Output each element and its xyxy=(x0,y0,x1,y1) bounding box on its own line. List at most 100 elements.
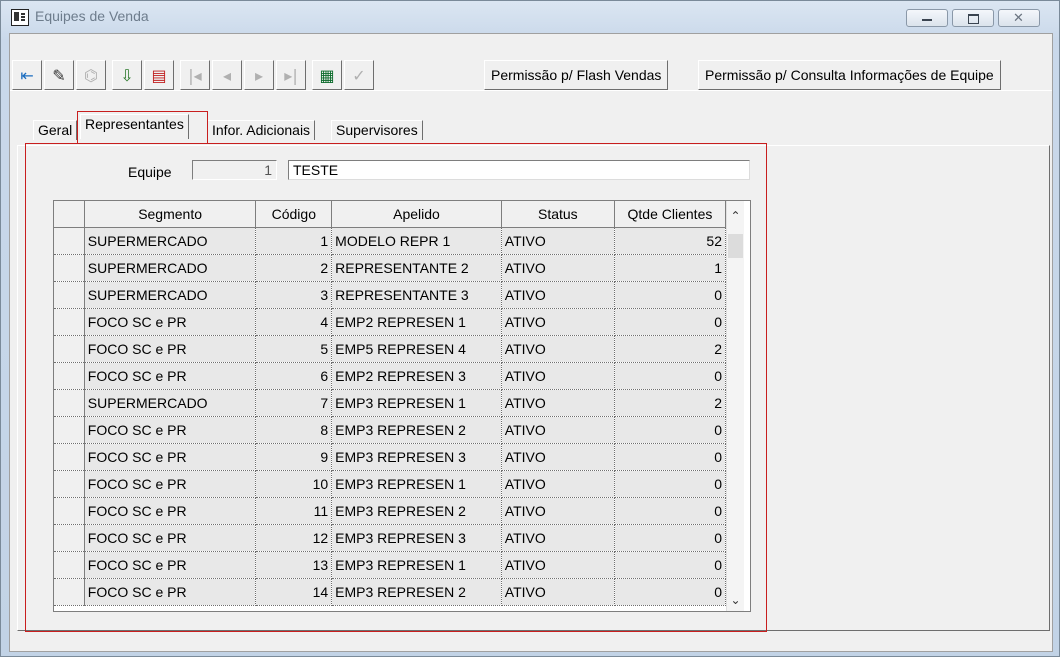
cell-segmento[interactable]: FOCO SC e PR xyxy=(84,416,257,444)
close-button[interactable]: ✕ xyxy=(998,9,1040,27)
header-status[interactable]: Status xyxy=(501,201,615,228)
first-record-button[interactable]: |◂ xyxy=(180,60,210,90)
table-row[interactable]: FOCO SC e PR 10 EMP3 REPRESEN 1 ATIVO 0 xyxy=(54,470,727,498)
cell-qtde-clientes[interactable]: 0 xyxy=(614,443,727,471)
cell-qtde-clientes[interactable]: 2 xyxy=(614,389,727,417)
cell-status[interactable]: ATIVO xyxy=(501,443,615,471)
row-indicator[interactable] xyxy=(54,335,85,363)
cell-status[interactable]: ATIVO xyxy=(501,254,615,282)
cell-segmento[interactable]: FOCO SC e PR xyxy=(84,578,257,606)
cell-qtde-clientes[interactable]: 1 xyxy=(614,254,727,282)
table-row[interactable]: FOCO SC e PR 4 EMP2 REPRESEN 1 ATIVO 0 xyxy=(54,308,727,336)
table-row[interactable]: FOCO SC e PR 12 EMP3 REPRESEN 3 ATIVO 0 xyxy=(54,524,727,552)
scroll-up-icon[interactable]: ⌃ xyxy=(727,209,744,223)
row-indicator[interactable] xyxy=(54,389,85,417)
row-indicator[interactable] xyxy=(54,254,85,282)
cell-status[interactable]: ATIVO xyxy=(501,578,615,606)
cell-qtde-clientes[interactable]: 52 xyxy=(614,227,727,255)
cell-qtde-clientes[interactable]: 0 xyxy=(614,551,727,579)
cell-codigo[interactable]: 13 xyxy=(255,551,333,579)
cell-qtde-clientes[interactable]: 0 xyxy=(614,416,727,444)
title-bar[interactable]: Equipes de Venda ✕ xyxy=(1,1,1059,33)
cell-status[interactable]: ATIVO xyxy=(501,470,615,498)
table-row[interactable]: SUPERMERCADO 3 REPRESENTANTE 3 ATIVO 0 xyxy=(54,281,727,309)
row-indicator[interactable] xyxy=(54,497,85,525)
cell-segmento[interactable]: FOCO SC e PR xyxy=(84,335,257,363)
prev-record-button[interactable]: ◂ xyxy=(212,60,242,90)
save-button[interactable]: ⇩ xyxy=(112,60,142,90)
cell-segmento[interactable]: FOCO SC e PR xyxy=(84,524,257,552)
table-row[interactable]: FOCO SC e PR 14 EMP3 REPRESEN 2 ATIVO 0 xyxy=(54,578,727,606)
tab-geral[interactable]: Geral xyxy=(33,120,78,140)
cell-segmento[interactable]: FOCO SC e PR xyxy=(84,551,257,579)
representantes-grid[interactable]: Segmento Código Apelido Status Qtde Clie… xyxy=(53,200,751,612)
cell-status[interactable]: ATIVO xyxy=(501,389,615,417)
row-indicator[interactable] xyxy=(54,551,85,579)
table-row[interactable]: SUPERMERCADO 2 REPRESENTANTE 2 ATIVO 1 xyxy=(54,254,727,282)
table-row[interactable]: FOCO SC e PR 9 EMP3 REPRESEN 3 ATIVO 0 xyxy=(54,443,727,471)
cell-segmento[interactable]: FOCO SC e PR xyxy=(84,470,257,498)
cell-qtde-clientes[interactable]: 2 xyxy=(614,335,727,363)
row-indicator[interactable] xyxy=(54,443,85,471)
row-indicator[interactable] xyxy=(54,227,85,255)
cell-qtde-clientes[interactable]: 0 xyxy=(614,470,727,498)
row-indicator[interactable] xyxy=(54,308,85,336)
cell-codigo[interactable]: 1 xyxy=(255,227,333,255)
cell-segmento[interactable]: FOCO SC e PR xyxy=(84,443,257,471)
cell-segmento[interactable]: FOCO SC e PR xyxy=(84,497,257,525)
tree-button[interactable]: ⌬ xyxy=(76,60,106,90)
cell-status[interactable]: ATIVO xyxy=(501,551,615,579)
cell-apelido[interactable]: REPRESENTANTE 3 xyxy=(331,281,502,309)
print-button[interactable]: ▤ xyxy=(144,60,174,90)
edit-button[interactable]: ✎ xyxy=(44,60,74,90)
table-row[interactable]: FOCO SC e PR 11 EMP3 REPRESEN 2 ATIVO 0 xyxy=(54,497,727,525)
cell-apelido[interactable]: EMP2 REPRESEN 1 xyxy=(331,308,502,336)
cell-codigo[interactable]: 11 xyxy=(255,497,333,525)
cell-segmento[interactable]: FOCO SC e PR xyxy=(84,362,257,390)
cell-segmento[interactable]: SUPERMERCADO xyxy=(84,227,257,255)
cell-apelido[interactable]: EMP3 REPRESEN 2 xyxy=(331,578,502,606)
exit-button[interactable]: ⇤ xyxy=(12,60,42,90)
tab-infor-adicionais[interactable]: Infor. Adicionais xyxy=(207,120,316,140)
tab-representantes[interactable]: Representantes xyxy=(80,114,189,139)
row-indicator[interactable] xyxy=(54,470,85,498)
scroll-thumb[interactable] xyxy=(728,234,743,258)
cell-codigo[interactable]: 12 xyxy=(255,524,333,552)
header-codigo[interactable]: Código xyxy=(255,201,333,228)
cell-status[interactable]: ATIVO xyxy=(501,524,615,552)
cell-segmento[interactable]: SUPERMERCADO xyxy=(84,254,257,282)
cell-status[interactable]: ATIVO xyxy=(501,335,615,363)
table-row[interactable]: SUPERMERCADO 7 EMP3 REPRESEN 1 ATIVO 2 xyxy=(54,389,727,417)
last-record-button[interactable]: ▸| xyxy=(276,60,306,90)
table-row[interactable]: FOCO SC e PR 5 EMP5 REPRESEN 4 ATIVO 2 xyxy=(54,335,727,363)
equipe-name-field[interactable]: TESTE xyxy=(288,160,750,180)
minimize-button[interactable] xyxy=(906,9,948,27)
cell-qtde-clientes[interactable]: 0 xyxy=(614,578,727,606)
header-apelido[interactable]: Apelido xyxy=(331,201,502,228)
cell-status[interactable]: ATIVO xyxy=(501,497,615,525)
cell-apelido[interactable]: EMP3 REPRESEN 2 xyxy=(331,416,502,444)
check-button[interactable]: ✓ xyxy=(344,60,374,90)
cell-qtde-clientes[interactable]: 0 xyxy=(614,362,727,390)
table-row[interactable]: FOCO SC e PR 6 EMP2 REPRESEN 3 ATIVO 0 xyxy=(54,362,727,390)
cell-codigo[interactable]: 8 xyxy=(255,416,333,444)
permissao-flash-vendas-button[interactable]: Permissão p/ Flash Vendas xyxy=(484,60,669,90)
cell-apelido[interactable]: EMP3 REPRESEN 1 xyxy=(331,389,502,417)
table-row[interactable]: FOCO SC e PR 13 EMP3 REPRESEN 1 ATIVO 0 xyxy=(54,551,727,579)
cell-status[interactable]: ATIVO xyxy=(501,308,615,336)
header-segmento[interactable]: Segmento xyxy=(84,201,257,228)
cell-qtde-clientes[interactable]: 0 xyxy=(614,497,727,525)
cell-qtde-clientes[interactable]: 0 xyxy=(614,308,727,336)
row-indicator[interactable] xyxy=(54,281,85,309)
cell-codigo[interactable]: 14 xyxy=(255,578,333,606)
cell-codigo[interactable]: 3 xyxy=(255,281,333,309)
cell-codigo[interactable]: 7 xyxy=(255,389,333,417)
cell-qtde-clientes[interactable]: 0 xyxy=(614,524,727,552)
cell-status[interactable]: ATIVO xyxy=(501,362,615,390)
cell-codigo[interactable]: 5 xyxy=(255,335,333,363)
list-button[interactable]: ▦ xyxy=(312,60,342,90)
cell-segmento[interactable]: SUPERMERCADO xyxy=(84,389,257,417)
cell-codigo[interactable]: 10 xyxy=(255,470,333,498)
permissao-consulta-equipe-button[interactable]: Permissão p/ Consulta Informações de Equ… xyxy=(698,60,1001,90)
cell-apelido[interactable]: EMP3 REPRESEN 1 xyxy=(331,470,502,498)
